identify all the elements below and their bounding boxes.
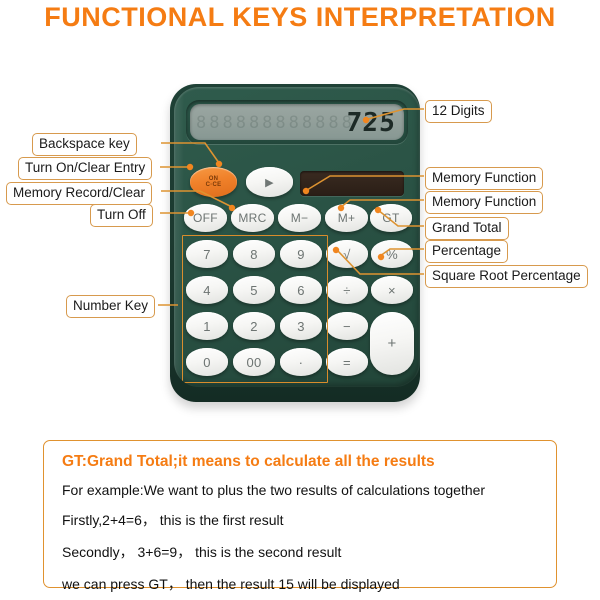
lcd-display: 888888888888 725	[190, 104, 404, 140]
gt-explanation-line-2: Firstly,2+4=6， this is the first result	[62, 512, 284, 528]
key-backspace[interactable]: ▶	[246, 167, 293, 197]
key-divide[interactable]: ÷	[326, 276, 368, 304]
callout-turn-off[interactable]: Turn Off	[90, 204, 153, 227]
key-square-root[interactable]: √	[326, 240, 368, 268]
page-root: FUNCTIONAL KEYS INTERPRETATION 888888888…	[0, 0, 600, 600]
key-on-clear-label: ON C·CE	[205, 176, 222, 188]
callout-grand-total[interactable]: Grand Total	[425, 217, 509, 240]
key-off[interactable]: OFF	[184, 204, 227, 232]
gt-explanation-line-4: we can press GT， then the result 15 will…	[62, 576, 400, 592]
key-plus[interactable]: +	[370, 312, 414, 375]
key-memory-minus[interactable]: M−	[278, 204, 321, 232]
page-title: FUNCTIONAL KEYS INTERPRETATION	[44, 2, 556, 32]
key-grand-total[interactable]: GT	[370, 204, 412, 232]
callout-memory-record-clear[interactable]: Memory Record/Clear	[6, 182, 153, 205]
lcd-bezel: 888888888888 725	[186, 100, 408, 144]
number-key-bracket	[182, 235, 328, 383]
gt-explanation-box: GT:Grand Total;it means to calculate all…	[43, 440, 557, 592]
callout-square-root-percentage[interactable]: Square Root Percentage	[425, 265, 588, 288]
key-percent[interactable]: %	[371, 240, 413, 268]
calculator-face: 888888888888 725 ON C·CE ▶ OFF MRC M− M+ …	[174, 87, 420, 387]
key-on-clear[interactable]: ON C·CE	[190, 167, 237, 197]
gt-explanation-line-1: For example:We want to plus the two resu…	[62, 482, 486, 498]
key-minus[interactable]: −	[326, 312, 368, 340]
key-multiply[interactable]: ×	[371, 276, 413, 304]
key-mrc[interactable]: MRC	[231, 204, 274, 232]
callout-number-key[interactable]: Number Key	[66, 295, 156, 318]
solar-panel-icon	[300, 171, 404, 196]
callout-memory-function-2[interactable]: Memory Function	[425, 191, 544, 214]
calculator-base: 888888888888 725 ON C·CE ▶ OFF MRC M− M+ …	[170, 84, 420, 402]
callout-12-digits[interactable]: 12 Digits	[425, 100, 492, 123]
key-equals[interactable]: =	[326, 348, 368, 376]
callout-backspace-key[interactable]: Backspace key	[32, 133, 137, 156]
key-memory-plus[interactable]: M+	[325, 204, 368, 232]
callout-percentage[interactable]: Percentage	[425, 240, 509, 263]
gt-explanation-line-3: Secondly， 3+6=9， this is the second resu…	[62, 544, 342, 560]
calculator: 888888888888 725 ON C·CE ▶ OFF MRC M− M+ …	[168, 72, 422, 402]
lcd-value: 725	[344, 108, 398, 138]
callout-turn-on-clear-entry[interactable]: Turn On/Clear Entry	[18, 157, 153, 180]
gt-explanation-title: GT:Grand Total;it means to calculate all…	[62, 453, 435, 470]
lcd-ghost-segments: 888888888888	[196, 113, 355, 133]
callout-memory-function-1[interactable]: Memory Function	[425, 167, 544, 190]
